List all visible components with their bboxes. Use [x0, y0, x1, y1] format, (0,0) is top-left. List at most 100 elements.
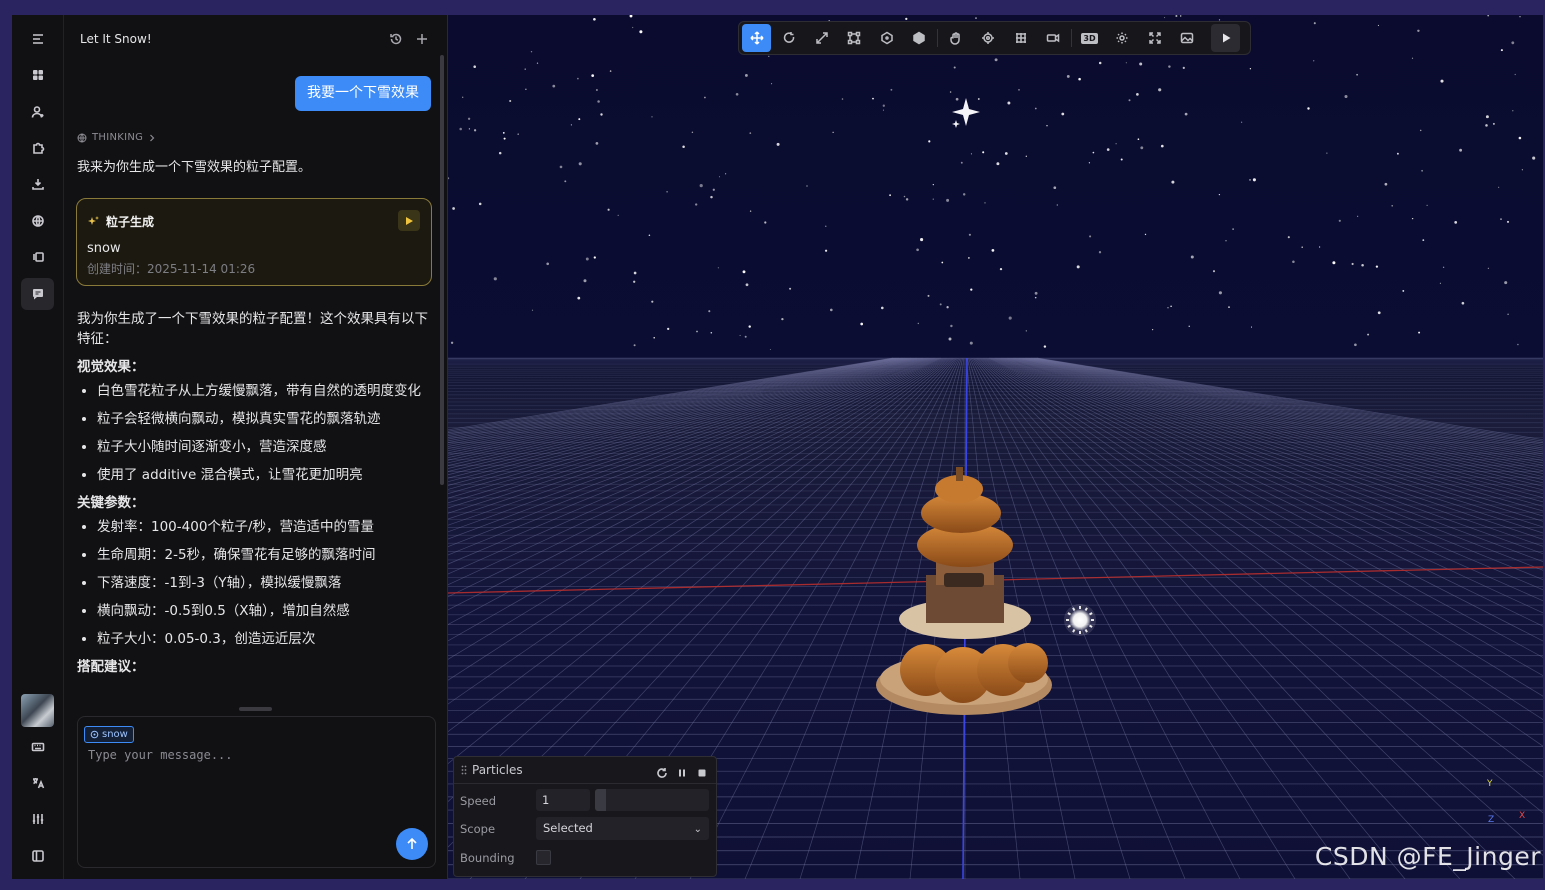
toolbar-divider	[937, 29, 938, 47]
light-ray	[1072, 629, 1076, 633]
particle-icon	[90, 730, 99, 739]
bounding-checkbox[interactable]	[536, 850, 551, 865]
star	[1043, 345, 1047, 348]
stop-icon[interactable]	[696, 764, 708, 777]
3d-badge: 3D	[1081, 32, 1098, 44]
star	[968, 257, 970, 259]
star	[955, 97, 959, 101]
star	[1053, 186, 1057, 190]
speed-input[interactable]: 1	[536, 789, 590, 811]
star	[1338, 219, 1341, 222]
menu-icon[interactable]	[21, 23, 54, 55]
star	[1137, 138, 1140, 141]
star	[1375, 265, 1379, 268]
scene-viewport[interactable]: 3D Particles Speed 1 Scope Selected ⌄ Bou…	[448, 15, 1543, 879]
grid-tool[interactable]	[1006, 24, 1035, 52]
star	[1025, 330, 1027, 332]
puzzle-icon[interactable]	[21, 132, 54, 164]
star	[651, 300, 654, 303]
panel-header[interactable]: Particles	[454, 757, 716, 784]
star	[531, 309, 534, 311]
context-tag[interactable]: snow	[84, 726, 134, 743]
chat-panel: Let It Snow! 我要一个下雪效果 THINKING 我来为你生成一个下…	[64, 15, 448, 879]
scale-tool[interactable]	[807, 24, 836, 52]
image-tool[interactable]	[1173, 24, 1202, 52]
solid-tool[interactable]	[905, 24, 934, 52]
light-icon[interactable]	[1064, 604, 1096, 636]
chat-scrollbar[interactable]	[440, 55, 444, 485]
star	[1007, 101, 1011, 105]
grid-icon[interactable]	[21, 59, 54, 91]
sliders-icon[interactable]	[21, 803, 54, 835]
download-icon[interactable]	[21, 168, 54, 200]
star	[1182, 66, 1185, 70]
star	[932, 198, 934, 200]
star	[1292, 260, 1295, 263]
star	[982, 151, 985, 154]
params-list: 发射率：100-400个粒子/秒，营造适中的雪量 生命周期：2-5秒，确保雪花有…	[77, 517, 437, 649]
speed-slider[interactable]	[595, 789, 709, 811]
star	[1313, 22, 1316, 25]
star	[905, 198, 909, 201]
translate-icon[interactable]	[21, 767, 54, 799]
star	[632, 26, 634, 29]
star	[1351, 262, 1354, 266]
sparkle-gizmo-icon[interactable]	[952, 98, 980, 128]
pan-tool[interactable]	[941, 24, 970, 52]
user-icon[interactable]	[21, 96, 54, 128]
pause-icon[interactable]	[676, 764, 688, 777]
polygon-tool[interactable]	[872, 24, 901, 52]
star	[459, 127, 462, 131]
star	[1056, 204, 1058, 206]
rect-tool[interactable]	[840, 24, 869, 52]
star	[595, 142, 599, 145]
star	[927, 294, 930, 297]
play-button[interactable]	[1211, 24, 1240, 52]
star	[1088, 162, 1090, 164]
chat-icon[interactable]	[21, 278, 54, 310]
star	[696, 330, 698, 333]
panel-icon[interactable]	[21, 840, 54, 872]
star	[1318, 246, 1321, 248]
grid-line	[1029, 357, 1543, 451]
star	[666, 190, 668, 193]
star	[841, 98, 844, 100]
settings-tool[interactable]	[1108, 24, 1137, 52]
globe-icon[interactable]	[21, 205, 54, 237]
send-button[interactable]	[396, 828, 428, 860]
pumpkin-house-model[interactable]	[876, 467, 1052, 715]
star	[1125, 62, 1127, 64]
star	[1521, 169, 1523, 171]
particle-card[interactable]: 粒子生成 snow 创建时间：2025-11-14 01:26	[76, 198, 432, 286]
new-chat-icon[interactable]	[415, 31, 431, 47]
message-input[interactable]	[86, 747, 390, 763]
scope-select[interactable]: Selected ⌄	[536, 817, 709, 840]
bounding-label: Bounding	[460, 851, 515, 865]
star	[583, 279, 587, 283]
fullscreen-tool[interactable]	[1140, 24, 1169, 52]
history-icon[interactable]	[389, 31, 405, 47]
drag-handle-icon[interactable]	[461, 765, 467, 775]
camera-tool[interactable]	[1039, 24, 1068, 52]
star	[493, 277, 497, 281]
scope-label: Scope	[460, 822, 496, 836]
star	[546, 262, 550, 266]
move-tool[interactable]	[742, 24, 771, 52]
thinking-toggle[interactable]: THINKING	[77, 132, 156, 143]
star	[509, 99, 512, 103]
star	[1249, 68, 1252, 70]
star	[1514, 73, 1516, 76]
layers-icon[interactable]	[21, 241, 54, 273]
star	[1140, 146, 1144, 150]
3d-toggle[interactable]: 3D	[1075, 24, 1104, 52]
star	[1313, 60, 1315, 62]
reset-icon[interactable]	[656, 764, 668, 778]
star	[1232, 228, 1234, 230]
focus-tool[interactable]	[974, 24, 1003, 52]
rotate-tool[interactable]	[775, 24, 804, 52]
card-play-button[interactable]	[398, 210, 420, 231]
avatar[interactable]	[21, 694, 54, 727]
star	[917, 322, 919, 325]
scroll-handle[interactable]	[239, 707, 272, 711]
keyboard-icon[interactable]	[21, 731, 54, 763]
